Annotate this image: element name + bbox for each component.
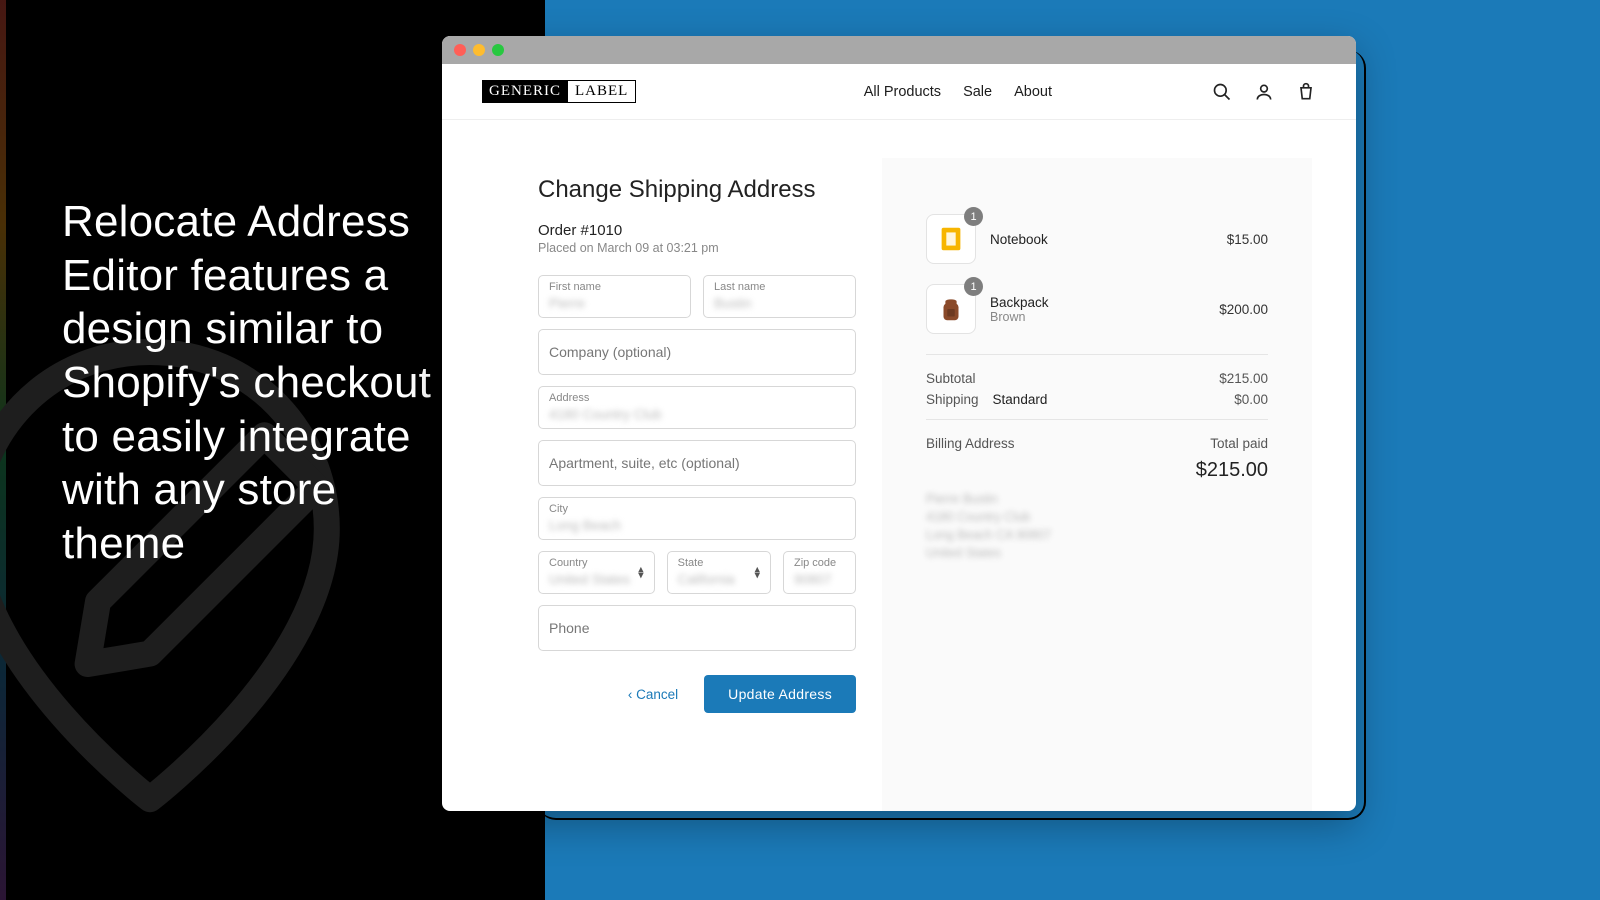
shipping-value: $0.00 <box>1234 392 1268 407</box>
browser-window: GENERIC LABEL All Products Sale About Ch… <box>442 36 1356 811</box>
divider <box>926 354 1268 355</box>
item-price: $15.00 <box>1227 232 1268 247</box>
total-paid-label: Total paid <box>1210 436 1268 451</box>
promo-headline: Relocate Address Editor features a desig… <box>62 195 452 571</box>
header-icons <box>1212 82 1316 102</box>
notebook-icon <box>936 224 966 254</box>
apartment-field[interactable]: Apartment, suite, etc (optional) <box>538 440 856 486</box>
total-value: $215.00 <box>926 459 1268 482</box>
nav-about[interactable]: About <box>1014 84 1052 100</box>
divider <box>926 419 1268 420</box>
primary-nav: All Products Sale About <box>864 84 1052 100</box>
phone-field[interactable]: Phone <box>538 605 856 651</box>
chevron-updown-icon: ▴▾ <box>638 566 644 579</box>
company-placeholder: Company (optional) <box>549 344 845 360</box>
city-value: Long Beach <box>549 518 845 533</box>
billing-header: Billing Address Total paid <box>926 436 1268 451</box>
state-select[interactable]: State California ▴▾ <box>667 551 771 594</box>
first-name-value: Pierre <box>549 296 680 311</box>
main-content: Change Shipping Address Order #1010 Plac… <box>442 120 1356 811</box>
zip-value: 90807 <box>794 572 845 587</box>
billing-address-block: Pierre Bustin 4180 Country Club Long Bea… <box>926 490 1086 563</box>
cart-icon[interactable] <box>1296 82 1316 102</box>
window-zoom-icon[interactable] <box>492 44 504 56</box>
address-form: Change Shipping Address Order #1010 Plac… <box>442 158 872 811</box>
window-close-icon[interactable] <box>454 44 466 56</box>
state-value: California <box>678 572 760 587</box>
phone-placeholder: Phone <box>549 620 845 636</box>
address-label: Address <box>549 393 845 404</box>
site-logo[interactable]: GENERIC LABEL <box>482 79 636 105</box>
address-field[interactable]: Address 4180 Country Club <box>538 386 856 429</box>
order-placed: Placed on March 09 at 03:21 pm <box>538 241 856 255</box>
last-name-value: Bustin <box>714 296 845 311</box>
cancel-link[interactable]: ‹ Cancel <box>628 687 678 702</box>
update-address-button[interactable]: Update Address <box>704 675 856 713</box>
form-actions: ‹ Cancel Update Address <box>538 675 856 713</box>
logo-part1: GENERIC <box>482 80 568 103</box>
window-titlebar <box>442 36 1356 64</box>
country-select[interactable]: Country United States ▴▾ <box>538 551 655 594</box>
order-summary: 1 Notebook $15.00 1 Backpack Brown $200.… <box>882 158 1312 811</box>
shipping-label: Shipping <box>926 392 979 407</box>
nav-all-products[interactable]: All Products <box>864 84 941 100</box>
item-thumbnail: 1 <box>926 284 976 334</box>
line-item: 1 Notebook $15.00 <box>926 214 1268 264</box>
shipping-row: Shipping Standard $0.00 <box>926 392 1268 407</box>
last-name-field[interactable]: Last name Bustin <box>703 275 856 318</box>
country-value: United States <box>549 572 644 587</box>
billing-label: Billing Address <box>926 436 1015 451</box>
subtotal-label: Subtotal <box>926 371 976 386</box>
item-name: Notebook <box>990 232 1048 247</box>
country-label: Country <box>549 558 644 569</box>
item-thumbnail: 1 <box>926 214 976 264</box>
subtotal-row: Subtotal $215.00 <box>926 371 1268 386</box>
nav-sale[interactable]: Sale <box>963 84 992 100</box>
city-field[interactable]: City Long Beach <box>538 497 856 540</box>
item-qty-badge: 1 <box>964 277 983 296</box>
apartment-placeholder: Apartment, suite, etc (optional) <box>549 455 845 471</box>
last-name-label: Last name <box>714 282 845 293</box>
state-label: State <box>678 558 760 569</box>
page-title: Change Shipping Address <box>538 176 856 204</box>
zip-field[interactable]: Zip code 90807 <box>783 551 856 594</box>
logo-part2: LABEL <box>568 80 636 103</box>
company-field[interactable]: Company (optional) <box>538 329 856 375</box>
order-number: Order #1010 <box>538 222 856 239</box>
item-variant: Brown <box>990 310 1049 324</box>
zip-label: Zip code <box>794 558 845 569</box>
first-name-field[interactable]: First name Pierre <box>538 275 691 318</box>
chevron-updown-icon: ▴▾ <box>754 566 760 579</box>
item-name: Backpack <box>990 295 1049 310</box>
address-value: 4180 Country Club <box>549 407 845 422</box>
backpack-icon <box>936 294 966 324</box>
search-icon[interactable] <box>1212 82 1232 102</box>
account-icon[interactable] <box>1254 82 1274 102</box>
window-minimize-icon[interactable] <box>473 44 485 56</box>
site-header: GENERIC LABEL All Products Sale About <box>442 64 1356 120</box>
shipping-method: Standard <box>993 392 1048 407</box>
first-name-label: First name <box>549 282 680 293</box>
line-item: 1 Backpack Brown $200.00 <box>926 284 1268 334</box>
city-label: City <box>549 504 845 515</box>
item-qty-badge: 1 <box>964 207 983 226</box>
subtotal-value: $215.00 <box>1219 371 1268 386</box>
item-price: $200.00 <box>1219 302 1268 317</box>
